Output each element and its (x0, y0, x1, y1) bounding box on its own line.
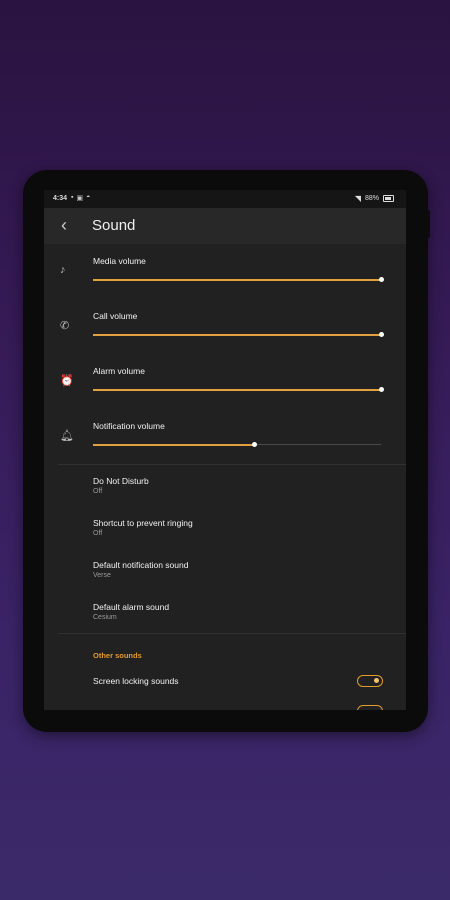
back-arrow-icon[interactable]: ‹ (61, 215, 67, 236)
setting-value: Off (93, 488, 103, 495)
prevent-ringing-row[interactable]: Shortcut to prevent ringing Off (44, 512, 406, 552)
slider-fill (93, 444, 255, 446)
volume-row-call[interactable]: ✆ Call volume (44, 301, 406, 353)
divider (58, 464, 406, 465)
notification-sound-row[interactable]: Default notification sound Verse (44, 554, 406, 594)
status-left-icons: ▪ ▣ ◓ (71, 194, 90, 202)
android-icon: ◓ (86, 194, 91, 201)
setting-title: Screen locking sounds (93, 676, 179, 686)
setting-value: Cesium (93, 614, 117, 621)
alarm-clock-icon: ⏰ (60, 375, 74, 387)
music-note-icon: ♪ (60, 264, 66, 276)
notification-volume-slider[interactable] (93, 440, 381, 450)
slider-fill (93, 389, 381, 391)
do-not-disturb-row[interactable]: Do Not Disturb Off (44, 470, 406, 510)
notification-icon: ▪ (71, 194, 74, 201)
bell-icon: 🔔︎ (60, 430, 74, 442)
wifi-icon: ◥ (354, 194, 361, 203)
volume-row-notification[interactable]: 🔔︎ Notification volume (44, 411, 406, 463)
slider-thumb[interactable] (379, 387, 384, 392)
setting-title: Do Not Disturb (93, 476, 149, 486)
section-header-other-sounds: Other sounds (93, 651, 142, 660)
volume-row-media[interactable]: ♪ Media volume (44, 246, 406, 298)
slider-fill (93, 334, 381, 336)
volume-label: Call volume (93, 311, 138, 321)
slider-thumb[interactable] (252, 442, 258, 447)
slider-thumb[interactable] (379, 332, 384, 337)
slider-fill (93, 279, 381, 281)
setting-value: Verse (93, 572, 111, 579)
divider (58, 633, 406, 634)
status-right: ◥ 88% (355, 194, 394, 203)
slider-thumb[interactable] (379, 277, 384, 282)
alarm-volume-slider[interactable] (93, 385, 384, 395)
power-button (426, 210, 430, 238)
setting-title: Default notification sound (93, 560, 189, 570)
next-row-toggle[interactable] (357, 705, 383, 710)
volume-label: Media volume (93, 256, 146, 266)
alarm-sound-row[interactable]: Default alarm sound Cesium (44, 596, 406, 636)
volume-label: Notification volume (93, 421, 165, 431)
setting-title: Shortcut to prevent ringing (93, 518, 193, 528)
screen-locking-sounds-toggle[interactable] (357, 675, 383, 687)
media-volume-slider[interactable] (93, 275, 384, 285)
next-row-partial[interactable] (44, 703, 406, 710)
screen: 4:34 ▪ ▣ ◓ ◥ 88% ‹ Sound ♪ Media volume … (44, 190, 406, 710)
battery-percent: 88% (364, 195, 379, 202)
setting-value: Off (93, 530, 103, 537)
setting-title: Default alarm sound (93, 602, 170, 612)
volume-row-alarm[interactable]: ⏰ Alarm volume (44, 356, 406, 408)
phone-icon: ✆ (60, 320, 70, 332)
status-bar: 4:34 ▪ ▣ ◓ ◥ 88% (44, 190, 406, 208)
page-title: Sound (92, 217, 136, 234)
photo-icon: ▣ (76, 195, 84, 202)
status-time: 4:34 (53, 195, 68, 202)
screen-locking-sounds-row[interactable]: Screen locking sounds (44, 670, 406, 694)
app-bar: ‹ Sound (44, 208, 406, 244)
volume-label: Alarm volume (93, 366, 145, 376)
call-volume-slider[interactable] (93, 330, 384, 340)
toggle-knob (374, 678, 379, 683)
battery-icon (383, 195, 394, 202)
